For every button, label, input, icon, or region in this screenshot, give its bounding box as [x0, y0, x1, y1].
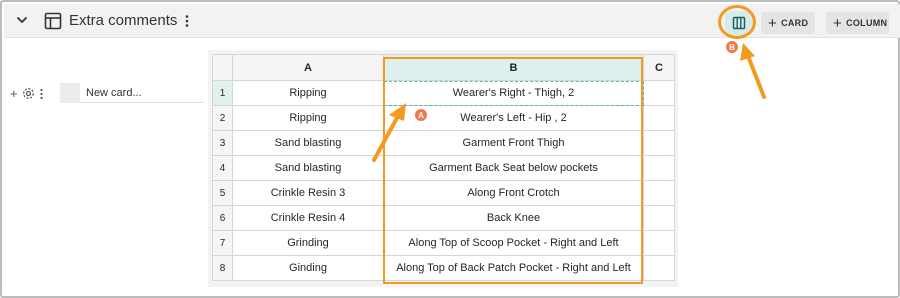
cell-b[interactable]: Along Front Crotch — [383, 180, 644, 206]
chevron-down-icon[interactable] — [16, 14, 28, 26]
annotation-badge-b: B — [725, 40, 739, 54]
cell-b[interactable]: Wearer's Right - Thigh, 2 — [383, 80, 644, 106]
table-icon — [44, 12, 62, 30]
cell-b[interactable]: Garment Back Seat below pockets — [383, 155, 644, 181]
cell-c[interactable] — [643, 130, 675, 156]
card-header: Extra comments + CARD + COLUMN — [4, 4, 900, 38]
cell-c[interactable] — [643, 180, 675, 206]
row-number[interactable]: 1 — [212, 80, 233, 106]
cell-b[interactable]: Back Knee — [383, 205, 644, 231]
table-row: 7 Grinding Along Top of Scoop Pocket - Rig… — [212, 230, 675, 256]
row-number[interactable]: 3 — [212, 130, 233, 156]
add-column-label: COLUMN — [846, 18, 888, 28]
spreadsheet-area: A B C 1 Ripping Wearer's Right - Thigh, 22… — [208, 50, 678, 287]
column-header-c[interactable]: C — [643, 54, 675, 81]
annotation-badge-a: A — [414, 108, 428, 122]
add-row-icon[interactable]: + — [10, 86, 18, 101]
cell-a[interactable]: Sand blasting — [232, 130, 384, 156]
table-row: 6 Crinkle Resin 4 Back Knee — [212, 205, 675, 231]
row-number[interactable]: 6 — [212, 205, 233, 231]
cell-b[interactable]: Along Top of Scoop Pocket - Right and Le… — [383, 230, 644, 256]
row-number[interactable]: 5 — [212, 180, 233, 206]
cell-c[interactable] — [643, 205, 675, 231]
highlight-circle-b — [718, 5, 756, 39]
table-row: 1 Ripping Wearer's Right - Thigh, 2 — [212, 80, 675, 106]
cell-a[interactable]: Ripping — [232, 105, 384, 131]
cell-c[interactable] — [643, 105, 675, 131]
column-header-row: A B C — [212, 54, 675, 81]
row-number[interactable]: 8 — [212, 255, 233, 281]
card-title: Extra comments — [69, 12, 178, 29]
table-row: 4 Sand blasting Garment Back Seat below po… — [212, 155, 675, 181]
add-card-label: CARD — [781, 18, 809, 28]
cell-c[interactable] — [643, 230, 675, 256]
cell-c[interactable] — [643, 80, 675, 106]
new-card-input[interactable]: New card... — [80, 83, 204, 103]
table-row: 2 Ripping Wearer's Left - Hip , 2 — [212, 105, 675, 131]
cell-b[interactable]: Garment Front Thigh — [383, 130, 644, 156]
cell-c[interactable] — [643, 255, 675, 281]
row-number[interactable]: 4 — [212, 155, 233, 181]
cell-a[interactable]: Sand blasting — [232, 155, 384, 181]
add-column-button[interactable]: + COLUMN — [826, 12, 889, 34]
cell-a[interactable]: Crinkle Resin 3 — [232, 180, 384, 206]
card-frame: Extra comments + CARD + COLUMN + New car… — [0, 0, 900, 298]
kebab-menu-icon[interactable] — [183, 13, 191, 29]
column-header-b[interactable]: B — [383, 54, 644, 81]
row-number[interactable]: 7 — [212, 230, 233, 256]
row-controls: + — [10, 86, 44, 101]
cell-c[interactable] — [643, 155, 675, 181]
arrow-b — [746, 54, 766, 99]
plus-icon: + — [768, 14, 778, 32]
gear-icon[interactable] — [22, 87, 35, 100]
spreadsheet-grid: A B C 1 Ripping Wearer's Right - Thigh, 22… — [212, 54, 675, 281]
cell-b[interactable]: Along Top of Back Patch Pocket - Right a… — [383, 255, 644, 281]
row-menu-icon[interactable] — [39, 88, 44, 100]
table-row: 5 Crinkle Resin 3 Along Front Crotch — [212, 180, 675, 206]
arrow-b-head — [740, 43, 755, 61]
cell-a[interactable]: Grinding — [232, 230, 384, 256]
cell-a[interactable]: Ginding — [232, 255, 384, 281]
drag-handle[interactable] — [60, 83, 80, 103]
table-row: 8 Ginding Along Top of Back Patch Pocket -… — [212, 255, 675, 281]
plus-icon: + — [833, 14, 843, 32]
row-number[interactable]: 2 — [212, 105, 233, 131]
add-card-button[interactable]: + CARD — [761, 12, 815, 34]
column-header-a[interactable]: A — [232, 54, 384, 81]
cell-a[interactable]: Ripping — [232, 80, 384, 106]
table-row: 3 Sand blasting Garment Front Thigh — [212, 130, 675, 156]
corner-cell[interactable] — [212, 54, 233, 81]
cell-a[interactable]: Crinkle Resin 4 — [232, 205, 384, 231]
